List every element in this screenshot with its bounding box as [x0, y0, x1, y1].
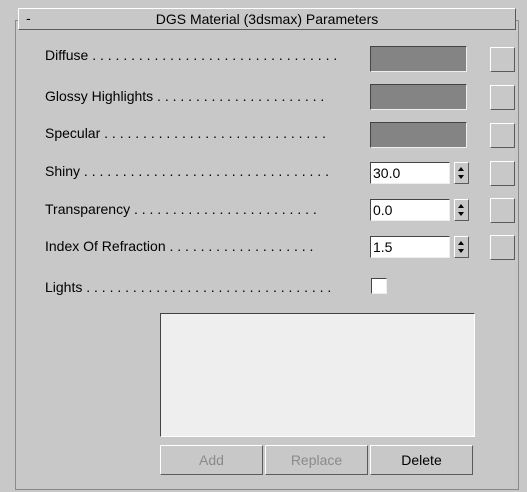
shiny-input[interactable]: 30.0 — [370, 162, 450, 184]
ior-spinner[interactable] — [454, 236, 469, 258]
ior-input[interactable]: 1.5 — [370, 236, 450, 258]
delete-button[interactable]: Delete — [370, 445, 473, 475]
glossy-highlights-row: Glossy Highlights . . . . . . . . . . . … — [45, 86, 370, 108]
transparency-spinner[interactable] — [454, 199, 469, 221]
spinner-up-icon[interactable] — [458, 167, 464, 171]
spinner-down-icon[interactable] — [458, 175, 464, 179]
specular-row: Specular . . . . . . . . . . . . . . . .… — [45, 123, 370, 145]
ior-label: Index Of Refraction . . . . . . . . . . … — [45, 238, 314, 254]
diffuse-color-swatch[interactable] — [370, 46, 467, 72]
diffuse-label: Diffuse . . . . . . . . . . . . . . . . … — [45, 47, 338, 63]
spinner-down-icon[interactable] — [458, 212, 464, 216]
lights-checkbox[interactable] — [371, 278, 387, 294]
diffuse-row: Diffuse . . . . . . . . . . . . . . . . … — [45, 45, 370, 67]
glossy-highlights-map-button[interactable] — [490, 85, 515, 110]
spinner-up-icon[interactable] — [458, 204, 464, 208]
rollout-title: DGS Material (3dsmax) Parameters — [155, 11, 379, 27]
shiny-spinner[interactable] — [454, 162, 469, 184]
replace-button[interactable]: Replace — [265, 445, 368, 475]
transparency-map-button[interactable] — [490, 198, 515, 223]
specular-color-swatch[interactable] — [370, 122, 467, 148]
lights-row: Lights . . . . . . . . . . . . . . . . .… — [45, 277, 370, 299]
shiny-label: Shiny . . . . . . . . . . . . . . . . . … — [45, 163, 329, 179]
ior-row: Index Of Refraction . . . . . . . . . . … — [45, 236, 370, 258]
shiny-row: Shiny . . . . . . . . . . . . . . . . . … — [45, 161, 370, 183]
add-button[interactable]: Add — [160, 445, 263, 475]
spinner-down-icon[interactable] — [458, 249, 464, 253]
shiny-map-button[interactable] — [490, 161, 515, 186]
diffuse-map-button[interactable] — [490, 47, 515, 72]
lights-listbox[interactable] — [160, 313, 475, 437]
specular-label: Specular . . . . . . . . . . . . . . . .… — [45, 125, 326, 141]
rollout-title-bar[interactable]: - DGS Material (3dsmax) Parameters — [18, 8, 516, 30]
spinner-up-icon[interactable] — [458, 241, 464, 245]
glossy-highlights-color-swatch[interactable] — [370, 84, 467, 110]
transparency-input[interactable]: 0.0 — [370, 199, 450, 221]
transparency-row: Transparency . . . . . . . . . . . . . .… — [45, 199, 370, 221]
ior-map-button[interactable] — [490, 235, 515, 260]
specular-map-button[interactable] — [490, 123, 515, 148]
glossy-highlights-label: Glossy Highlights . . . . . . . . . . . … — [45, 88, 325, 104]
transparency-label: Transparency . . . . . . . . . . . . . .… — [45, 201, 317, 217]
lights-label: Lights . . . . . . . . . . . . . . . . .… — [45, 279, 332, 295]
